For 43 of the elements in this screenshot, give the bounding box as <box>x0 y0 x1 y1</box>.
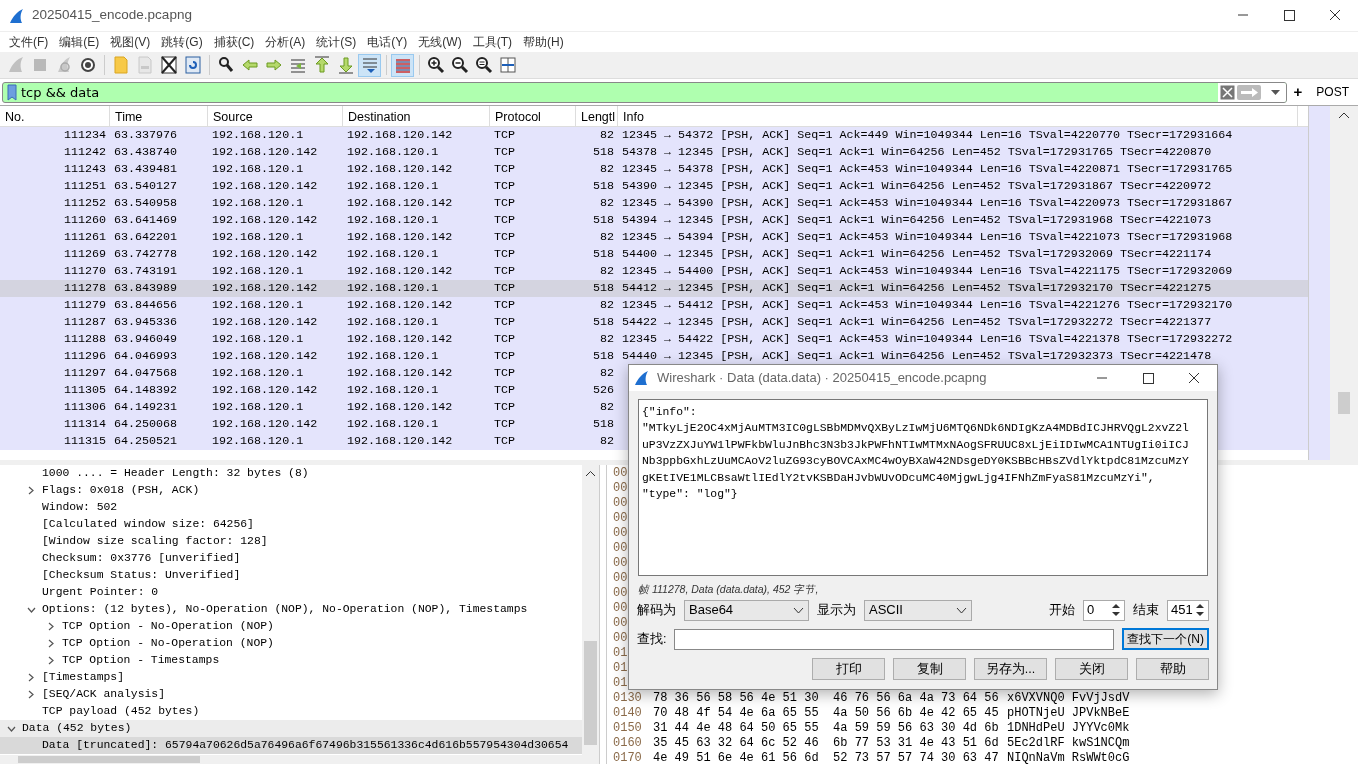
byte-offset: 01 <box>612 676 628 691</box>
field-label: 结束 <box>1133 601 1159 619</box>
byte-offset: 00 <box>612 616 628 631</box>
hex-bytes: 52 73 57 57 74 30 63 47 <box>833 751 999 764</box>
info-text: 帧 111278, Data (data.data), 452 字节, <box>637 582 820 596</box>
hex-bytes: 4e 49 51 6e 4e 61 56 6d <box>653 751 819 764</box>
dialog-title: Wireshark · Data (data.data) · 20250415_encode.pcapng <box>657 369 988 388</box>
field-label: 解码为 <box>637 601 676 619</box>
byte-offset: 00 <box>612 466 628 481</box>
byte-offset: 00 <box>612 556 628 571</box>
byte-offset: 0170 <box>612 751 643 764</box>
hex-bytes: 35 45 63 32 64 6c 52 46 <box>653 736 819 750</box>
field-label: 显示为 <box>817 601 856 619</box>
ascii-text: 1DNHdPeU JYYVc0Mk <box>1006 721 1130 736</box>
byte-offset: 0140 <box>612 706 643 721</box>
ascii-text: NIQnNaVm RsWWt0cG <box>1006 751 1130 764</box>
byte-offset: 00 <box>612 496 628 511</box>
byte-offset: 00 <box>612 511 628 526</box>
hex-bytes: 4a 50 56 6b 4e 42 65 45 <box>833 706 999 720</box>
byte-offset: 00 <box>612 481 628 496</box>
hex-bytes: 78 36 56 58 56 4e 51 30 <box>653 691 819 705</box>
hex-bytes: 70 48 4f 54 4e 6a 65 55 <box>653 706 819 720</box>
hex-bytes: 31 44 4e 48 64 50 65 55 <box>653 721 819 735</box>
byte-offset: 00 <box>612 541 628 556</box>
byte-offset: 01 <box>612 661 628 676</box>
byte-offset: 00 <box>612 631 628 646</box>
ascii-text: x6VXVNQ0 FvVjJsdV <box>1006 691 1130 706</box>
ascii-text: 5Ec2dlRF kwS1NCQm <box>1006 736 1130 751</box>
window-title: 20250415_encode.pcapng <box>32 6 193 25</box>
hex-bytes: 6b 77 53 31 4e 43 51 6d <box>833 736 999 750</box>
byte-offset: 0130 <box>612 691 643 706</box>
byte-offset: 00 <box>612 586 628 601</box>
byte-offset: 0160 <box>612 736 643 751</box>
byte-offset: 01 <box>612 646 628 661</box>
field-label: 开始 <box>1049 601 1075 619</box>
field-label: 查找: <box>637 630 667 648</box>
hex-bytes: 4a 59 59 56 63 30 4d 6b <box>833 721 999 735</box>
hex-bytes: 46 76 56 6a 4a 73 64 56 <box>833 691 999 705</box>
byte-offset: 00 <box>612 571 628 586</box>
byte-offset: 00 <box>612 526 628 541</box>
byte-offset: 00 <box>612 601 628 616</box>
byte-offset: 0150 <box>612 721 643 736</box>
ascii-text: pHOTNjeU JPVkNBeE <box>1006 706 1130 721</box>
